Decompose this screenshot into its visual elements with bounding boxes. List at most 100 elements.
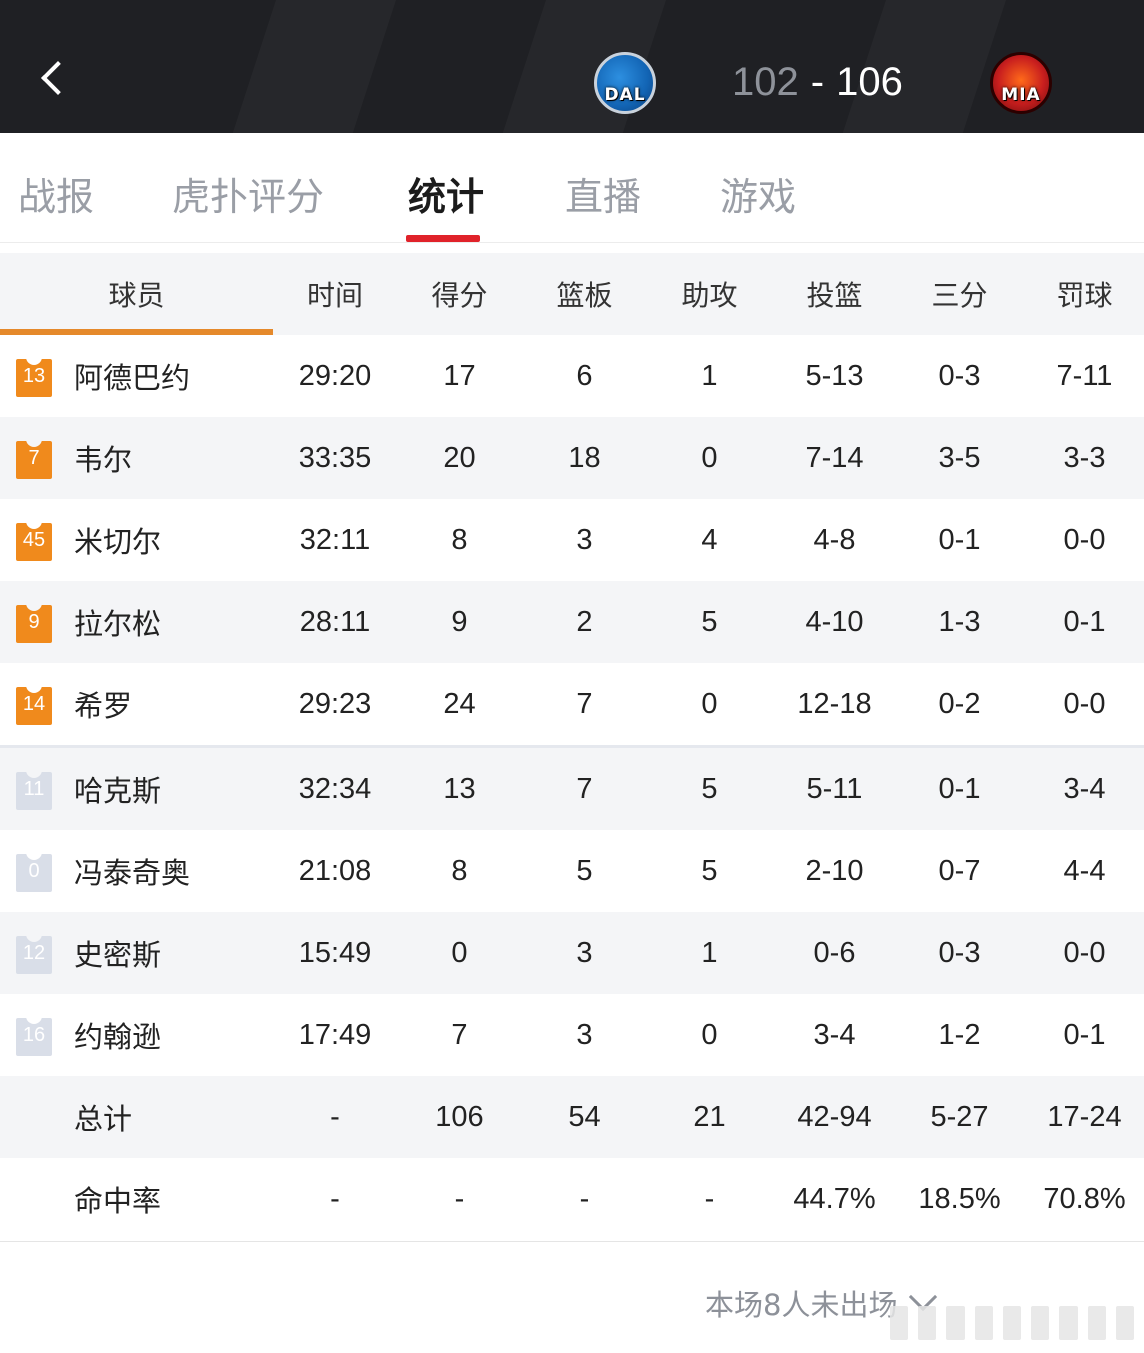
player-row[interactable]: 12 史密斯 15:49 0 3 1 0-6 0-3 0-0: [0, 912, 1144, 994]
cell-field-goals: 0-6: [813, 936, 856, 969]
tab-bar: 战报 虎扑评分 统计 直播 游戏: [0, 133, 1144, 243]
cell-rebounds: 3: [576, 523, 593, 556]
column-header-time[interactable]: 时间: [273, 274, 397, 314]
player-row[interactable]: 0 冯泰奇奥 21:08 8 5 5 2-10 0-7 4-4: [0, 830, 1144, 912]
cell-free-throws: 17-24: [1047, 1100, 1122, 1133]
player-row[interactable]: 11 哈克斯 32:34 13 7 5 5-11 0-1 3-4: [0, 748, 1144, 830]
player-name[interactable]: 希罗: [74, 683, 132, 725]
tab-games[interactable]: 游戏: [720, 166, 796, 221]
column-header-free-throws[interactable]: 罚球: [1022, 274, 1144, 314]
cell-assists: 1: [701, 359, 718, 392]
cell-free-throws: 0-1: [1063, 605, 1106, 638]
active-tab-indicator: [406, 235, 480, 242]
cell-player: 0 冯泰奇奥: [0, 830, 273, 912]
bench-group: 11 哈克斯 32:34 13 7 5 5-11 0-1 3-4 0 冯泰奇奥 21:08 8 5 5 2-1…: [0, 748, 1144, 1076]
cell-points: 0: [451, 936, 468, 969]
column-header-three-pointers[interactable]: 三分: [897, 274, 1022, 314]
home-score: 106: [836, 60, 903, 104]
player-name[interactable]: 阿德巴约: [74, 355, 190, 397]
player-row[interactable]: 9 拉尔松 28:11 9 2 5 4-10 1-3 0-1: [0, 581, 1144, 663]
summary-label: 总计: [74, 1102, 133, 1136]
cell-time: 29:20: [298, 359, 372, 392]
cell-player: 45 米切尔: [0, 499, 273, 581]
jersey-icon: 45: [16, 519, 52, 561]
cell-field-goals: 42-94: [797, 1100, 872, 1133]
cell-three-pointers: 18.5%: [918, 1182, 1001, 1215]
jersey-number: 11: [23, 778, 45, 800]
cell-rebounds: -: [579, 1182, 590, 1215]
cell-rebounds: 7: [576, 687, 593, 720]
player-row[interactable]: 13 阿德巴约 29:20 17 6 1 5-13 0-3 7-11: [0, 335, 1144, 417]
away-team-logo[interactable]: DAL: [594, 52, 656, 114]
cell-assists: 5: [701, 605, 718, 638]
player-row[interactable]: 14 希罗 29:23 24 7 0 12-18 0-2 0-0: [0, 663, 1144, 745]
cell-assists: 0: [701, 441, 718, 474]
cell-time: 15:49: [298, 936, 372, 969]
player-name[interactable]: 韦尔: [74, 437, 132, 479]
column-header-rebounds[interactable]: 篮板: [522, 274, 647, 314]
cell-free-throws: 0-0: [1063, 687, 1106, 720]
jersey-number: 13: [22, 365, 46, 387]
cell-three-pointers: 1-2: [938, 1018, 981, 1051]
cell-points: 8: [451, 854, 468, 887]
cell-field-goals: 3-4: [813, 1018, 856, 1051]
cell-time: 29:23: [298, 687, 372, 720]
cell-field-goals: 7-14: [805, 441, 864, 474]
player-row[interactable]: 45 米切尔 32:11 8 3 4 4-8 0-1 0-0: [0, 499, 1144, 581]
cell-time: 28:11: [299, 605, 371, 638]
jersey-number: 45: [22, 529, 46, 551]
cell-free-throws: 3-4: [1063, 772, 1106, 805]
chevron-left-icon: [41, 61, 75, 95]
home-team-logo[interactable]: MIA: [990, 52, 1052, 114]
player-row[interactable]: 7 韦尔 33:35 20 18 0 7-14 3-5 3-3: [0, 417, 1144, 499]
tab-rating[interactable]: 虎扑评分: [172, 166, 324, 221]
player-name[interactable]: 拉尔松: [74, 601, 161, 643]
column-header-points[interactable]: 得分: [397, 274, 522, 314]
summary-row: 总计 - 106 54 21 42-94 5-27 17-24: [0, 1076, 1144, 1158]
cell-points: 106: [435, 1100, 484, 1133]
cell-free-throws: 0-1: [1063, 1018, 1106, 1051]
jersey-icon: 13: [16, 355, 52, 397]
player-name[interactable]: 史密斯: [74, 932, 161, 974]
tab-report[interactable]: 战报: [18, 166, 94, 221]
jersey-icon: 14: [16, 683, 52, 725]
tab-live[interactable]: 直播: [565, 166, 641, 221]
cell-rebounds: 7: [576, 772, 593, 805]
cell-player: 11 哈克斯: [0, 748, 273, 830]
column-header-field-goals[interactable]: 投篮: [772, 274, 897, 314]
game-score: 102-106: [732, 60, 903, 105]
cell-player: 13 阿德巴约: [0, 335, 273, 417]
player-name[interactable]: 冯泰奇奥: [74, 850, 190, 892]
jersey-icon: 9: [16, 601, 52, 643]
tab-stats[interactable]: 统计: [408, 166, 484, 221]
cell-three-pointers: 5-27: [930, 1100, 989, 1133]
dnp-label: 本场8人未出场: [705, 1288, 898, 1322]
player-name[interactable]: 约翰逊: [74, 1014, 161, 1056]
column-header-player[interactable]: 球员: [0, 253, 273, 335]
cell-player: 14 希罗: [0, 663, 273, 745]
jersey-number: 9: [28, 611, 40, 633]
player-name[interactable]: 米切尔: [74, 519, 161, 561]
cell-player: 9 拉尔松: [0, 581, 273, 663]
cell-assists: 21: [693, 1100, 726, 1133]
cell-rebounds: 54: [568, 1100, 601, 1133]
cell-points: -: [454, 1182, 465, 1215]
cell-free-throws: 0-0: [1063, 936, 1106, 969]
cell-time: 32:34: [298, 772, 372, 805]
cell-points: 17: [443, 359, 476, 392]
cell-rebounds: 2: [576, 605, 593, 638]
player-name[interactable]: 哈克斯: [74, 768, 161, 810]
jersey-number: 12: [22, 942, 46, 964]
away-team-abbr: DAL: [604, 85, 646, 105]
cell-time: 17:49: [298, 1018, 372, 1051]
player-row[interactable]: 16 约翰逊 17:49 7 3 0 3-4 1-2 0-1: [0, 994, 1144, 1076]
cell-free-throws: 0-0: [1063, 523, 1106, 556]
cell-assists: 5: [701, 854, 718, 887]
back-button[interactable]: [34, 58, 78, 102]
cell-player: 16 约翰逊: [0, 994, 273, 1076]
jersey-icon: 16: [16, 1014, 52, 1056]
cell-three-pointers: 0-1: [938, 523, 981, 556]
column-header-assists[interactable]: 助攻: [647, 274, 772, 314]
jersey-number: 0: [28, 860, 40, 882]
jersey-number: 16: [22, 1024, 46, 1046]
